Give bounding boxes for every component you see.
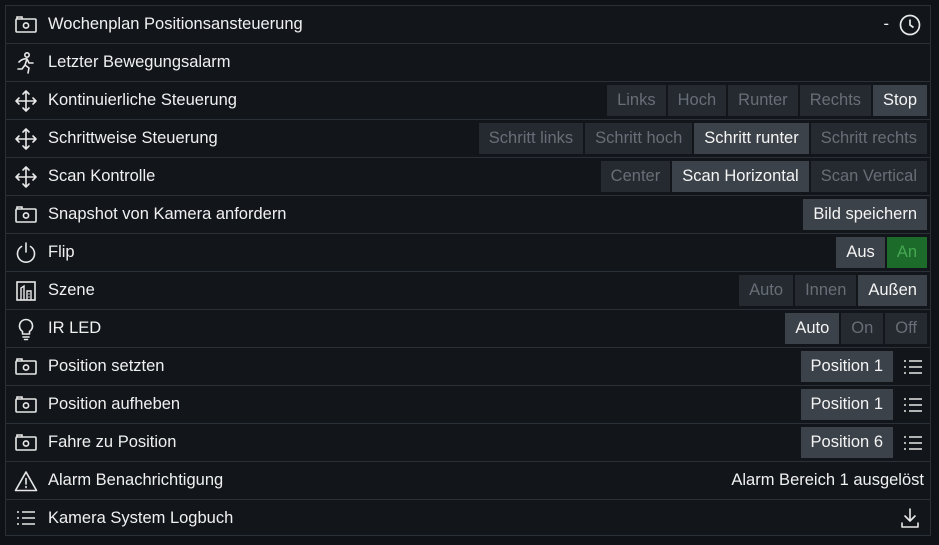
btn-scene-auto[interactable]: Auto [739, 275, 794, 306]
scan-control-group: Center Scan Horizontal Scan Vertical [600, 161, 927, 192]
move-arrows-icon [13, 88, 39, 114]
move-arrows-icon [13, 126, 39, 152]
scene-control-group: Auto Innen Außen [739, 275, 927, 306]
list-icon[interactable] [903, 359, 923, 375]
row-position-aufheben: Position aufheben Position 1 [6, 386, 930, 424]
warning-icon [13, 468, 39, 494]
btn-links[interactable]: Links [607, 85, 666, 116]
row-label: Position setzten [48, 357, 165, 375]
row-fahre-zu-position: Fahre zu Position Position 6 [6, 424, 930, 462]
row-schrittweise-steuerung: Schrittweise Steuerung Schritt links Sch… [6, 120, 930, 158]
lightbulb-icon [13, 316, 39, 342]
snapshot-control-group: Bild speichern [803, 199, 927, 230]
position-set-group: Position 1 [800, 351, 927, 382]
position-select[interactable]: Position 1 [800, 389, 893, 420]
btn-stop[interactable]: Stop [873, 85, 927, 116]
btn-ir-off[interactable]: Off [885, 313, 927, 344]
btn-bild-speichern[interactable]: Bild speichern [803, 199, 927, 230]
btn-innen[interactable]: Innen [795, 275, 857, 306]
power-icon [13, 240, 39, 266]
btn-ir-auto[interactable]: Auto [785, 313, 840, 344]
clock-icon[interactable] [899, 14, 921, 36]
list-icon [13, 505, 39, 531]
btn-aus[interactable]: Aus [836, 237, 885, 268]
btn-an[interactable]: An [886, 237, 927, 268]
camera-control-panel: Wochenplan Positionsansteuerung - Letzte… [5, 5, 931, 536]
row-label: Schrittweise Steuerung [48, 129, 218, 147]
row-letzter-bewegungsalarm: Letzter Bewegungsalarm [6, 44, 930, 82]
btn-center[interactable]: Center [600, 161, 671, 192]
schedule-value: - [883, 15, 890, 33]
alarm-status: Alarm Bereich 1 ausgelöst [731, 471, 924, 489]
row-label: Kontinuierliche Steuerung [48, 91, 237, 109]
btn-scan-vertical[interactable]: Scan Vertical [810, 161, 927, 192]
btn-schritt-runter[interactable]: Schritt runter [694, 123, 809, 154]
download-icon[interactable] [900, 507, 920, 529]
row-label: Flip [48, 243, 75, 261]
camera-icon [13, 392, 39, 418]
row-label: IR LED [48, 319, 102, 337]
row-label: Szene [48, 281, 95, 299]
row-scan-kontrolle: Scan Kontrolle Center Scan Horizontal Sc… [6, 158, 930, 196]
continuous-control-group: Links Hoch Runter Rechts Stop [607, 85, 927, 116]
position-select[interactable]: Position 1 [800, 351, 893, 382]
scene-icon [13, 278, 39, 304]
btn-hoch[interactable]: Hoch [667, 85, 727, 116]
row-label: Snapshot von Kamera anfordern [48, 205, 287, 223]
btn-rechts[interactable]: Rechts [799, 85, 872, 116]
btn-runter[interactable]: Runter [728, 85, 798, 116]
row-label: Letzter Bewegungsalarm [48, 53, 231, 71]
btn-aussen[interactable]: Außen [858, 275, 927, 306]
camera-icon [13, 12, 39, 38]
row-position-setzten: Position setzten Position 1 [6, 348, 930, 386]
btn-schritt-rechts[interactable]: Schritt rechts [810, 123, 927, 154]
flip-control-group: Aus An [836, 237, 927, 268]
row-label: Wochenplan Positionsansteuerung [48, 15, 303, 33]
btn-schritt-links[interactable]: Schritt links [478, 123, 584, 154]
row-flip: Flip Aus An [6, 234, 930, 272]
btn-schritt-hoch[interactable]: Schritt hoch [585, 123, 693, 154]
row-szene: Szene Auto Innen Außen [6, 272, 930, 310]
running-person-icon [13, 50, 39, 76]
row-ir-led: IR LED Auto On Off [6, 310, 930, 348]
row-alarm-benachrichtigung: Alarm Benachrichtigung Alarm Bereich 1 a… [6, 462, 930, 500]
row-kontinuierliche-steuerung: Kontinuierliche Steuerung Links Hoch Run… [6, 82, 930, 120]
row-label: Scan Kontrolle [48, 167, 156, 185]
position-goto-group: Position 6 [800, 427, 927, 458]
btn-scan-horizontal[interactable]: Scan Horizontal [672, 161, 809, 192]
row-kamera-logbuch: Kamera System Logbuch [6, 500, 930, 536]
position-select[interactable]: Position 6 [800, 427, 893, 458]
row-label: Fahre zu Position [48, 433, 177, 451]
row-snapshot: Snapshot von Kamera anfordern Bild speic… [6, 196, 930, 234]
list-icon[interactable] [903, 435, 923, 451]
position-clear-group: Position 1 [800, 389, 927, 420]
row-wochenplan: Wochenplan Positionsansteuerung - [6, 6, 930, 44]
row-label: Position aufheben [48, 395, 181, 413]
camera-icon [13, 430, 39, 456]
camera-icon [13, 202, 39, 228]
move-arrows-icon [13, 164, 39, 190]
ir-led-control-group: Auto On Off [785, 313, 927, 344]
camera-icon [13, 354, 39, 380]
step-control-group: Schritt links Schritt hoch Schritt runte… [478, 123, 927, 154]
row-label: Alarm Benachrichtigung [48, 471, 224, 489]
row-label: Kamera System Logbuch [48, 508, 234, 527]
list-icon[interactable] [903, 397, 923, 413]
btn-ir-on[interactable]: On [841, 313, 884, 344]
